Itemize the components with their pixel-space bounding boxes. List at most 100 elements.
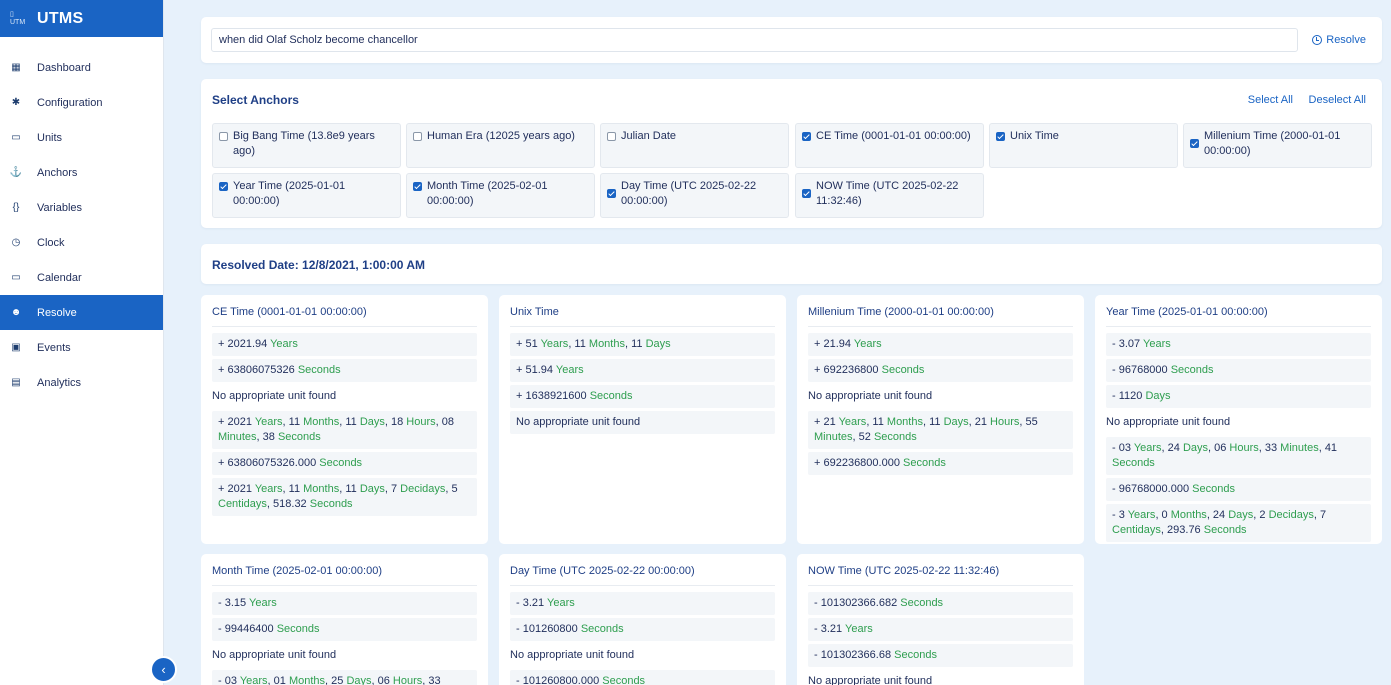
- value-text: - 101302366.68: [814, 649, 895, 661]
- unit-label: Minutes: [218, 431, 257, 443]
- value-text: - 3.15: [218, 597, 249, 609]
- result-row: + 21 Years, 11 Months, 11 Days, 21 Hours…: [808, 411, 1073, 449]
- value-text: + 63806075326: [218, 364, 298, 376]
- value-text: , 11: [866, 416, 887, 428]
- anchor-option[interactable]: Day Time (UTC 2025-02-22 00:00:00): [600, 173, 789, 218]
- result-card: NOW Time (UTC 2025-02-22 11:32:46) - 1013…: [797, 554, 1084, 685]
- result-row: - 03 Years, 01 Months, 25 Days, 06 Hours…: [212, 670, 477, 685]
- anchor-label: Year Time (2025-01-01 00:00:00): [233, 180, 346, 207]
- brand-header[interactable]: ▯ UTM UTMS: [0, 0, 163, 37]
- deselect-all-button[interactable]: Deselect All: [1309, 94, 1366, 106]
- value-text: , 2: [1253, 509, 1269, 521]
- anchor-option[interactable]: Month Time (2025-02-01 00:00:00): [406, 173, 595, 218]
- sidebar: ▯ UTM UTMS ▦ Dashboard ✱ Configuration ▭ Units…: [0, 0, 177, 685]
- value-text: , 0: [1155, 509, 1171, 521]
- sidebar-item-resolve[interactable]: ☻ Resolve: [0, 295, 163, 330]
- result-row: - 96768000.000 Seconds: [1106, 478, 1371, 501]
- anchor-checkbox[interactable]: [996, 132, 1005, 141]
- sidebar-item-calendar[interactable]: ▭ Calendar: [0, 260, 163, 295]
- value-text: - 3.07: [1112, 338, 1143, 350]
- value-text: , 21: [968, 416, 991, 428]
- anchor-checkbox[interactable]: [802, 132, 811, 141]
- sidebar-item-dashboard[interactable]: ▦ Dashboard: [0, 50, 163, 85]
- result-card: Millenium Time (2000-01-01 00:00:00) + 21…: [797, 295, 1084, 544]
- unit-label: Seconds: [319, 457, 363, 469]
- result-card-title: Millenium Time (2000-01-01 00:00:00): [808, 306, 1073, 327]
- app-title: UTMS: [37, 9, 84, 27]
- anchor-option[interactable]: Big Bang Time (13.8e9 years ago): [212, 123, 401, 168]
- value-text: + 21: [814, 416, 839, 428]
- anchor-checkbox[interactable]: [219, 182, 228, 191]
- anchor-checkbox[interactable]: [802, 189, 811, 198]
- value-text: No appropriate unit found: [808, 390, 933, 402]
- robot-icon: ☻: [10, 307, 22, 318]
- sidebar-item-configuration[interactable]: ✱ Configuration: [0, 85, 163, 120]
- result-card-title: NOW Time (UTC 2025-02-22 11:32:46): [808, 565, 1073, 586]
- value-text: , 24: [1161, 442, 1183, 454]
- anchor-option[interactable]: NOW Time (UTC 2025-02-22 11:32:46): [795, 173, 984, 218]
- unit-label: Months: [288, 675, 326, 685]
- unit-label: Days: [1228, 509, 1254, 521]
- value-text: - 101260800: [516, 623, 581, 635]
- unit-label: Months: [1170, 509, 1207, 521]
- unit-label: Hours: [990, 416, 1020, 428]
- anchor-checkbox[interactable]: [413, 132, 422, 141]
- sidebar-item-anchors[interactable]: ⚓ Anchors: [0, 155, 163, 190]
- value-text: , 01: [267, 675, 289, 685]
- value-text: - 3: [1112, 509, 1128, 521]
- query-input[interactable]: [211, 28, 1298, 52]
- result-row: No appropriate unit found: [510, 644, 775, 667]
- anchor-option[interactable]: Unix Time: [989, 123, 1178, 168]
- sidebar-item-units[interactable]: ▭ Units: [0, 120, 163, 155]
- result-row: + 21.94 Years: [808, 333, 1073, 356]
- sidebar-item-clock[interactable]: ◷ Clock: [0, 225, 163, 260]
- value-text: + 2021.94: [218, 338, 271, 350]
- unit-label: Hours: [406, 416, 436, 428]
- sidebar-item-analytics[interactable]: ▤ Analytics: [0, 365, 163, 400]
- result-card-title: CE Time (0001-01-01 00:00:00): [212, 306, 477, 327]
- sidebar-item-label: Anchors: [37, 166, 78, 179]
- sidebar-item-label: Dashboard: [37, 61, 91, 74]
- anchor-label: NOW Time (UTC 2025-02-22 11:32:46): [816, 180, 959, 207]
- unit-label: Seconds: [1192, 483, 1235, 495]
- unit-label: Years: [1127, 509, 1156, 521]
- value-text: , 08: [435, 416, 454, 428]
- value-text: , 11: [282, 483, 304, 495]
- unit-label: Years: [845, 623, 873, 635]
- anchor-checkbox[interactable]: [219, 132, 228, 141]
- anchor-option[interactable]: Millenium Time (2000-01-01 00:00:00): [1183, 123, 1372, 168]
- anchor-checkbox[interactable]: [1190, 139, 1199, 148]
- result-row: - 101302366.682 Seconds: [808, 592, 1073, 615]
- anchor-option[interactable]: CE Time (0001-01-01 00:00:00): [795, 123, 984, 168]
- unit-label: Decidays: [400, 483, 446, 495]
- anchor-option[interactable]: Year Time (2025-01-01 00:00:00): [212, 173, 401, 218]
- value-text: , 06: [371, 675, 393, 685]
- result-card-title: Unix Time: [510, 306, 775, 327]
- unit-label: Days: [943, 416, 969, 428]
- select-all-button[interactable]: Select All: [1248, 94, 1293, 106]
- value-text: , 55: [1019, 416, 1038, 428]
- anchor-option[interactable]: Julian Date: [600, 123, 789, 168]
- braces-icon: {}: [12, 202, 20, 213]
- resolve-button[interactable]: Resolve: [1312, 34, 1366, 46]
- collapse-sidebar-button[interactable]: ‹: [150, 656, 177, 683]
- anchor-checkbox[interactable]: [413, 182, 422, 191]
- anchor-option[interactable]: Human Era (12025 years ago): [406, 123, 595, 168]
- sidebar-item-variables[interactable]: {} Variables: [0, 190, 163, 225]
- anchor-checkbox[interactable]: [607, 189, 616, 198]
- value-text: No appropriate unit found: [212, 390, 337, 402]
- unit-label: Months: [588, 338, 625, 350]
- result-row: + 2021.94 Years: [212, 333, 477, 356]
- sidebar-item-events[interactable]: ▣ Events: [0, 330, 163, 365]
- unit-label: Seconds: [309, 498, 353, 510]
- value-text: No appropriate unit found: [1106, 416, 1231, 428]
- unit-label: Years: [555, 364, 584, 376]
- unit-label: Years: [853, 338, 882, 350]
- sidebar-nav: ▦ Dashboard ✱ Configuration ▭ Units ⚓ Anchors {}…: [0, 50, 163, 400]
- anchor-label: Julian Date: [621, 130, 677, 142]
- anchor-label: Big Bang Time (13.8e9 years ago): [233, 130, 375, 157]
- result-card: Unix Time + 51 Years, 11 Months, 11 Days +…: [499, 295, 786, 544]
- anchor-checkbox[interactable]: [607, 132, 616, 141]
- value-text: No appropriate unit found: [516, 416, 641, 428]
- value-text: - 101302366.682: [814, 597, 901, 609]
